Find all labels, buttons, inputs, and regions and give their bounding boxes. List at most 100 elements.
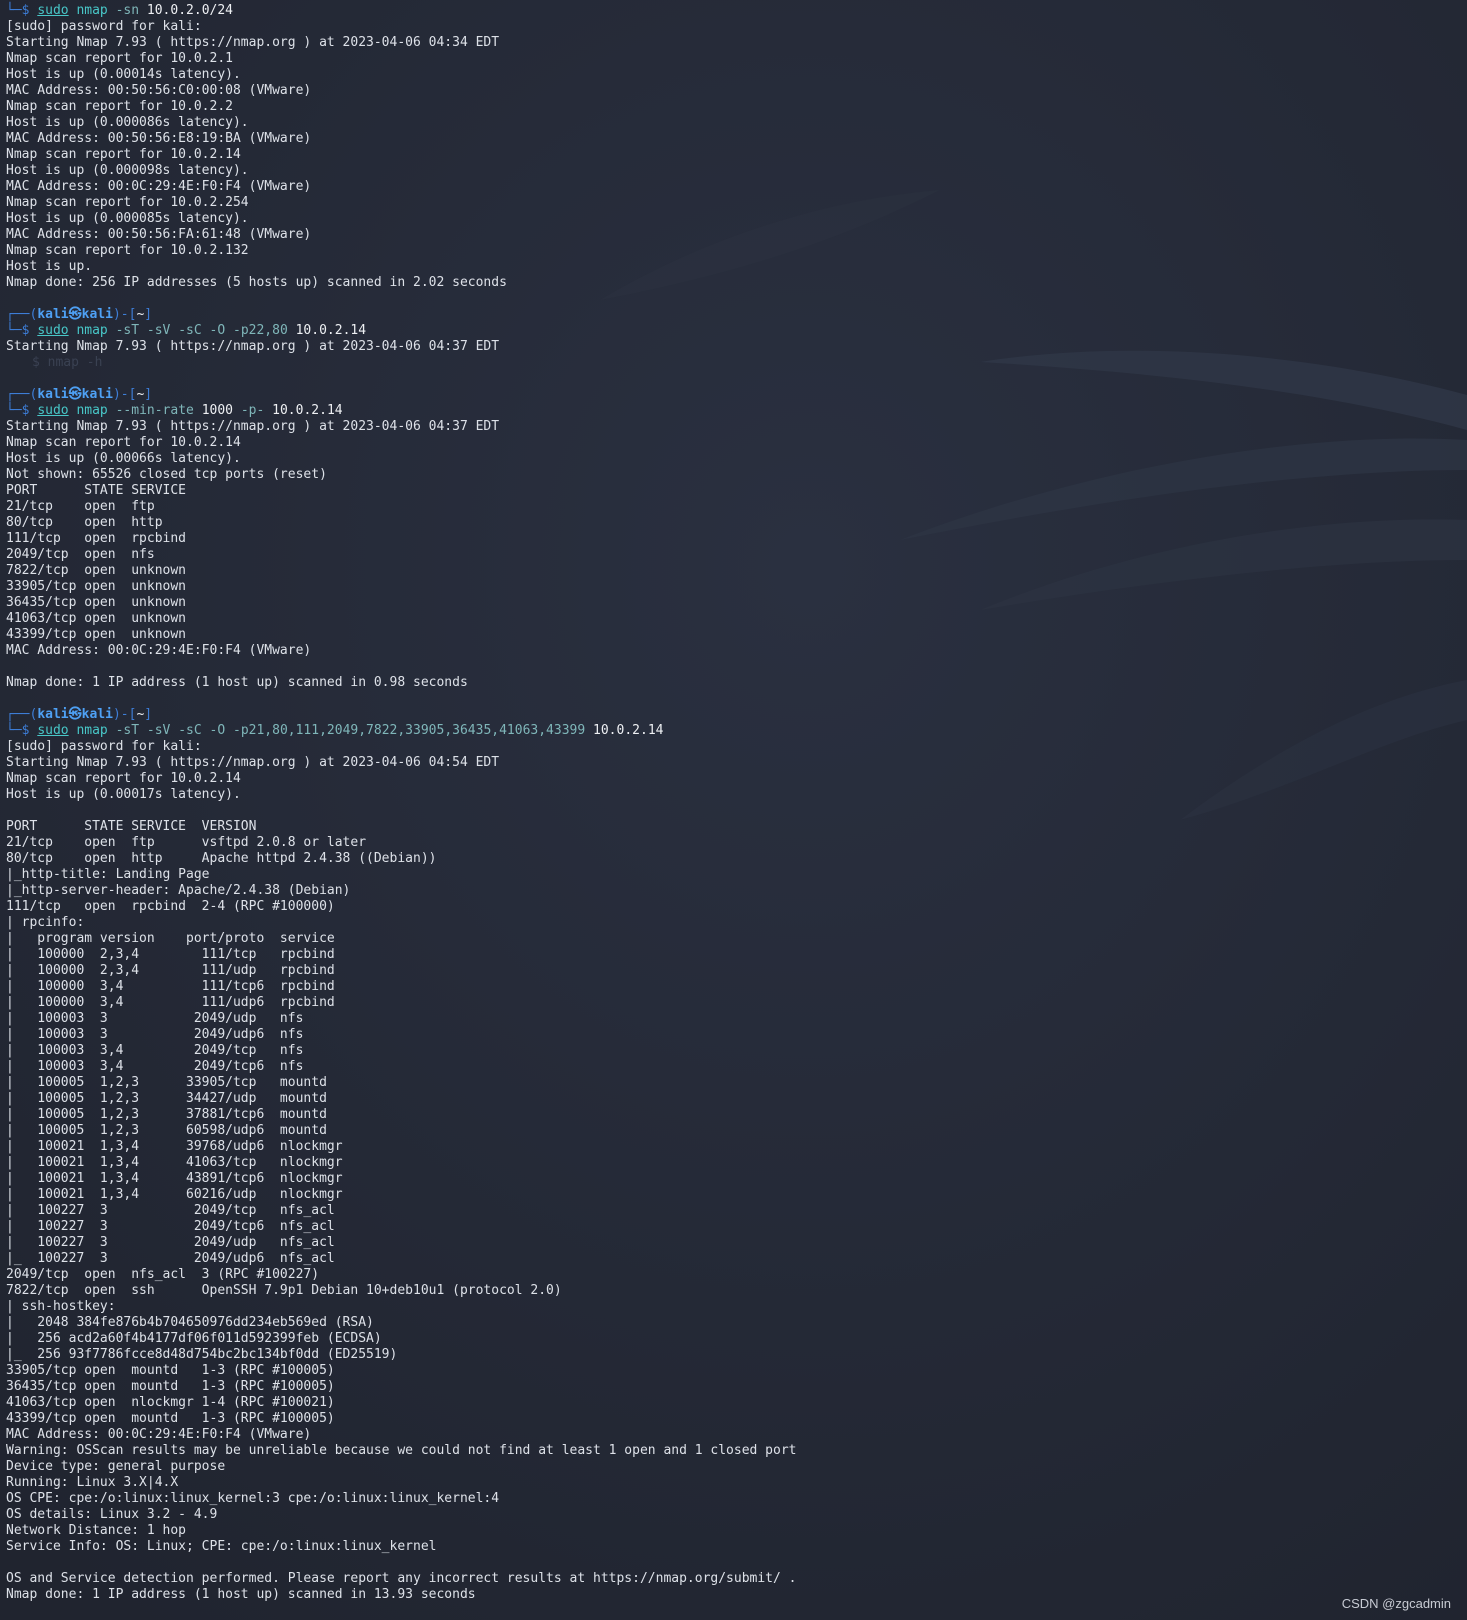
output-line: | rpcinfo:	[6, 915, 85, 930]
output-line: | 100000 3,4 111/tcp6 rpcbind	[6, 979, 335, 994]
output-line: 80/tcp open http	[6, 515, 163, 530]
output-line: 33905/tcp open unknown	[6, 579, 187, 594]
prompt-header-3: ┌──(kali㉿kali)-[~]	[6, 387, 153, 402]
output-line: [sudo] password for kali:	[6, 739, 202, 754]
output-line: MAC Address: 00:0C:29:4E:F0:F4 (VMware)	[6, 643, 312, 658]
output-line: PORT STATE SERVICE VERSION	[6, 819, 257, 834]
output-line: Nmap done: 1 IP address (1 host up) scan…	[6, 675, 468, 690]
output-block-2: Starting Nmap 7.93 ( https://nmap.org ) …	[6, 339, 1467, 355]
output-line: | 100003 3,4 2049/tcp6 nfs	[6, 1059, 304, 1074]
terminal-output[interactable]: └─$ sudo nmap -sn 10.0.2.0/24 [sudo] pas…	[6, 3, 1467, 1620]
output-line: | 2048 384fe876b4b704650976dd234eb569ed …	[6, 1315, 374, 1330]
output-line: Host is up (0.00017s latency).	[6, 787, 241, 802]
output-line: Starting Nmap 7.93 ( https://nmap.org ) …	[6, 35, 500, 50]
output-line: |_ 100227 3 2049/udp6 nfs_acl	[6, 1251, 335, 1266]
command-line-1: └─$ sudo nmap -sn 10.0.2.0/24	[6, 3, 233, 18]
output-line: Nmap scan report for 10.0.2.2	[6, 99, 233, 114]
output-block-4: [sudo] password for kali: Starting Nmap 7…	[6, 739, 1467, 1603]
output-line: 2049/tcp open nfs	[6, 547, 155, 562]
command-line-4: └─$ sudo nmap -sT -sV -sC -O -p21,80,111…	[6, 723, 664, 738]
output-line: 2049/tcp open nfs_acl 3 (RPC #100227)	[6, 1267, 320, 1282]
output-line: | 100003 3 2049/udp nfs	[6, 1011, 304, 1026]
output-line: 111/tcp open rpcbind 2-4 (RPC #100000)	[6, 899, 335, 914]
output-line: | 100003 3 2049/udp6 nfs	[6, 1027, 304, 1042]
output-line: |_http-title: Landing Page	[6, 867, 210, 882]
output-line: Not shown: 65526 closed tcp ports (reset…	[6, 467, 327, 482]
watermark: CSDN @zgcadmin	[1341, 1596, 1451, 1611]
output-line: MAC Address: 00:0C:29:4E:F0:F4 (VMware)	[6, 1427, 312, 1442]
output-line: 111/tcp open rpcbind	[6, 531, 187, 546]
output-line: | 100005 1,2,3 33905/tcp mountd	[6, 1075, 327, 1090]
output-line: Starting Nmap 7.93 ( https://nmap.org ) …	[6, 755, 500, 770]
output-line: | 100021 1,3,4 41063/tcp nlockmgr	[6, 1155, 343, 1170]
output-line: | 256 acd2a60f4b4177df06f011d592399feb (…	[6, 1331, 382, 1346]
output-line: 36435/tcp open unknown	[6, 595, 187, 610]
output-line: MAC Address: 00:50:56:C0:00:08 (VMware)	[6, 83, 312, 98]
output-line: 21/tcp open ftp vsftpd 2.0.8 or later	[6, 835, 367, 850]
output-line: Service Info: OS: Linux; CPE: cpe:/o:lin…	[6, 1539, 437, 1554]
output-line: Host is up.	[6, 259, 93, 274]
output-line: Nmap scan report for 10.0.2.254	[6, 195, 249, 210]
output-line: 7822/tcp open ssh OpenSSH 7.9p1 Debian 1…	[6, 1283, 562, 1298]
output-line: OS CPE: cpe:/o:linux:linux_kernel:3 cpe:…	[6, 1491, 500, 1506]
output-line: Starting Nmap 7.93 ( https://nmap.org ) …	[6, 419, 500, 434]
output-line: | 100000 2,3,4 111/tcp rpcbind	[6, 947, 335, 962]
output-line: OS details: Linux 3.2 - 4.9	[6, 1507, 218, 1522]
output-line: | 100000 3,4 111/udp6 rpcbind	[6, 995, 335, 1010]
output-block-1: [sudo] password for kali: Starting Nmap 7…	[6, 19, 1467, 307]
output-line: | 100227 3 2049/tcp nfs_acl	[6, 1203, 335, 1218]
output-line: 41063/tcp open unknown	[6, 611, 187, 626]
output-line: | 100021 1,3,4 60216/udp nlockmgr	[6, 1187, 343, 1202]
command-line-3: └─$ sudo nmap --min-rate 1000 -p- 10.0.2…	[6, 403, 343, 418]
output-line: 33905/tcp open mountd 1-3 (RPC #100005)	[6, 1363, 335, 1378]
output-line: | 100000 2,3,4 111/udp rpcbind	[6, 963, 335, 978]
output-line: MAC Address: 00:0C:29:4E:F0:F4 (VMware)	[6, 179, 312, 194]
output-line: Nmap scan report for 10.0.2.1	[6, 51, 233, 66]
output-line: | 100005 1,2,3 60598/udp6 mountd	[6, 1123, 327, 1138]
output-line: | 100005 1,2,3 37881/tcp6 mountd	[6, 1107, 327, 1122]
output-line: 43399/tcp open mountd 1-3 (RPC #100005)	[6, 1411, 335, 1426]
output-line: [sudo] password for kali:	[6, 19, 202, 34]
prompt-header-4: ┌──(kali㉿kali)-[~]	[6, 707, 153, 722]
prompt-header-2: ┌──(kali㉿kali)-[~]	[6, 307, 153, 322]
output-line: Nmap scan report for 10.0.2.14	[6, 147, 241, 162]
output-line: Nmap scan report for 10.0.2.14	[6, 771, 241, 786]
ghost-autosuggest: $ nmap -h	[32, 355, 103, 370]
output-line: PORT STATE SERVICE	[6, 483, 187, 498]
command-line-2: └─$ sudo nmap -sT -sV -sC -O -p22,80 10.…	[6, 323, 367, 338]
output-line: Nmap scan report for 10.0.2.14	[6, 435, 241, 450]
output-line: Host is up (0.000098s latency).	[6, 163, 249, 178]
output-line: Network Distance: 1 hop	[6, 1523, 187, 1538]
output-line: Nmap scan report for 10.0.2.132	[6, 243, 249, 258]
output-line: Nmap done: 1 IP address (1 host up) scan…	[6, 1587, 476, 1602]
output-line: MAC Address: 00:50:56:FA:61:48 (VMware)	[6, 227, 312, 242]
output-line: | 100227 3 2049/udp nfs_acl	[6, 1235, 335, 1250]
output-line: | 100005 1,2,3 34427/udp mountd	[6, 1091, 327, 1106]
output-line: 43399/tcp open unknown	[6, 627, 187, 642]
output-line: 36435/tcp open mountd 1-3 (RPC #100005)	[6, 1379, 335, 1394]
output-line: 21/tcp open ftp	[6, 499, 155, 514]
output-line: Nmap done: 256 IP addresses (5 hosts up)…	[6, 275, 507, 290]
output-line: |_http-server-header: Apache/2.4.38 (Deb…	[6, 883, 351, 898]
output-line: | 100021 1,3,4 43891/tcp6 nlockmgr	[6, 1171, 343, 1186]
output-line: Warning: OSScan results may be unreliabl…	[6, 1443, 797, 1458]
output-line: Device type: general purpose	[6, 1459, 226, 1474]
output-line: | 100003 3,4 2049/tcp nfs	[6, 1043, 304, 1058]
output-line: OS and Service detection performed. Plea…	[6, 1571, 797, 1586]
output-line: 7822/tcp open unknown	[6, 563, 187, 578]
output-line: | ssh-hostkey:	[6, 1299, 116, 1314]
output-line: Running: Linux 3.X|4.X	[6, 1475, 179, 1490]
output-line: Host is up (0.00066s latency).	[6, 451, 241, 466]
output-line: |_ 256 93f7786fcce8d48d754bc2bc134bf0dd …	[6, 1347, 398, 1362]
output-line: 80/tcp open http Apache httpd 2.4.38 ((D…	[6, 851, 437, 866]
output-line: MAC Address: 00:50:56:E8:19:BA (VMware)	[6, 131, 312, 146]
output-line: Host is up (0.000085s latency).	[6, 211, 249, 226]
output-line: | 100227 3 2049/tcp6 nfs_acl	[6, 1219, 335, 1234]
output-block-3: Starting Nmap 7.93 ( https://nmap.org ) …	[6, 419, 1467, 707]
output-line: Starting Nmap 7.93 ( https://nmap.org ) …	[6, 339, 500, 354]
